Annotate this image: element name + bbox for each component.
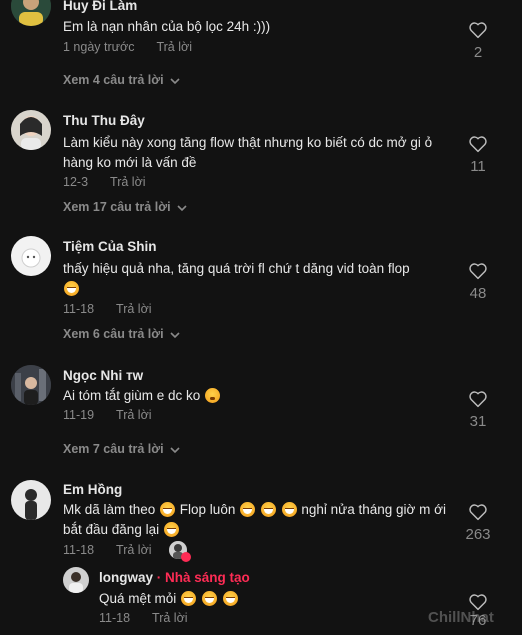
- comment-username[interactable]: Tiệm Của Shin: [63, 239, 157, 254]
- comment-meta: 1 ngày trước Trả lời: [63, 40, 192, 54]
- creator-badge: Nhà sáng tạo: [165, 570, 250, 585]
- grinning-emoji: [160, 502, 176, 517]
- chevron-down-icon: [170, 328, 180, 342]
- comment-meta: 11-18 Trả lời: [63, 543, 152, 557]
- view-replies-label: Xem 7 câu trả lời: [63, 442, 164, 456]
- grinning-emoji: [281, 502, 297, 517]
- comment-text: Ai tóm tắt giùm e dc ko: [63, 386, 458, 406]
- reply-button[interactable]: Trả lời: [152, 611, 188, 625]
- like-count: 11: [470, 158, 486, 175]
- view-replies-button[interactable]: Xem 17 câu trả lời: [63, 200, 187, 215]
- comment-meta: 11-19 Trả lời: [63, 408, 152, 422]
- view-replies-button[interactable]: Xem 4 câu trả lời: [63, 73, 180, 88]
- pleading-emoji: [205, 388, 221, 403]
- reply-button[interactable]: Trả lời: [116, 302, 152, 316]
- heart-icon: [181, 552, 191, 562]
- grinning-emoji: [260, 502, 276, 517]
- grinning-emoji: [201, 591, 217, 606]
- reply-text: Quá mệt mỏi: [99, 589, 494, 609]
- comment-meta: 12-3 Trả lời: [63, 175, 146, 189]
- like-count: 2: [473, 44, 483, 61]
- comment-text-part: Mk dã làm theo: [63, 502, 160, 517]
- chevron-down-icon: [170, 74, 180, 88]
- reply-button[interactable]: Trả lời: [116, 543, 152, 557]
- like-control: 11: [460, 135, 496, 175]
- comment-date: 11-19: [63, 408, 95, 422]
- comment-text: Em là nạn nhân của bộ lọc 24h :))): [63, 19, 271, 34]
- comment-date: 11-18: [63, 543, 95, 557]
- heart-outline-icon[interactable]: [468, 503, 488, 521]
- reply-button[interactable]: Trả lời: [110, 175, 146, 189]
- reply-date: 11-18: [99, 611, 131, 625]
- comment-date: 12-3: [63, 175, 89, 189]
- watermark: ChillNhat: [428, 609, 494, 626]
- like-count: 263: [465, 526, 491, 543]
- comment-date: 1 ngày trước: [63, 40, 135, 54]
- comment-username[interactable]: Em Hồng: [63, 482, 122, 497]
- avatar[interactable]: [11, 365, 51, 405]
- view-replies-label: Xem 17 câu trả lời: [63, 200, 171, 214]
- like-control: 263: [460, 503, 496, 543]
- creator-liked-avatar: [169, 541, 191, 562]
- comments-panel: Huy Đi Làm Em là nạn nhân của bộ lọc 24h…: [0, 0, 522, 635]
- view-replies-label: Xem 4 câu trả lời: [63, 73, 164, 87]
- like-control: 48: [460, 262, 496, 302]
- grinning-emoji: [240, 502, 256, 517]
- like-count: 48: [469, 285, 487, 302]
- grinning-emoji: [163, 522, 179, 537]
- comment-text-content: thấy hiệu quả nha, tăng quá trời fl chứ …: [63, 261, 410, 276]
- reply-button[interactable]: Trả lời: [156, 40, 192, 54]
- comment-meta: 11-18 Trả lời: [63, 302, 152, 316]
- heart-outline-icon[interactable]: [468, 390, 488, 408]
- view-replies-button[interactable]: Xem 7 câu trả lời: [63, 442, 180, 457]
- like-control: 2: [460, 21, 496, 61]
- comment-username[interactable]: Thu Thu Đây: [63, 113, 145, 128]
- avatar[interactable]: [11, 0, 51, 26]
- view-replies-label: Xem 6 câu trả lời: [63, 327, 164, 341]
- avatar[interactable]: [11, 480, 51, 520]
- reply-username-text[interactable]: longway: [99, 570, 153, 585]
- reply-username: longway · Nhà sáng tạo: [99, 570, 250, 585]
- view-replies-button[interactable]: Xem 6 câu trả lời: [63, 327, 180, 342]
- grinning-emoji: [222, 591, 238, 606]
- comment-text: Mk dã làm theo Flop luôn nghỉ nửa tháng …: [63, 500, 458, 540]
- comment-username[interactable]: Ngọc Nhi ᴛᴡ: [63, 368, 143, 383]
- avatar[interactable]: [63, 567, 89, 593]
- chevron-down-icon: [170, 443, 180, 457]
- comment-text-part: Flop luôn: [176, 502, 240, 517]
- reply-button[interactable]: Trả lời: [116, 408, 152, 422]
- separator-dot: ·: [153, 570, 166, 585]
- reply-text-content: Quá mệt mỏi: [99, 591, 177, 606]
- like-count: 31: [469, 413, 487, 430]
- chevron-down-icon: [176, 201, 187, 215]
- comment-text-content: Ai tóm tắt giùm e dc ko: [63, 388, 201, 403]
- avatar[interactable]: [11, 110, 51, 150]
- reply-meta: 11-18 Trả lời: [99, 611, 188, 625]
- comment-date: 11-18: [63, 302, 95, 316]
- comment-text: thấy hiệu quả nha, tăng quá trời fl chứ …: [63, 259, 458, 299]
- grinning-emoji: [64, 281, 79, 296]
- like-control: 31: [460, 390, 496, 430]
- comment-username[interactable]: Huy Đi Làm: [63, 0, 137, 13]
- avatar[interactable]: [11, 236, 51, 276]
- heart-outline-icon[interactable]: [468, 262, 488, 280]
- heart-outline-icon[interactable]: [468, 135, 488, 153]
- grinning-emoji: [181, 591, 197, 606]
- heart-outline-icon[interactable]: [468, 21, 488, 39]
- comment-text: Làm kiểu này xong tăng flow thật nhưng k…: [63, 135, 433, 170]
